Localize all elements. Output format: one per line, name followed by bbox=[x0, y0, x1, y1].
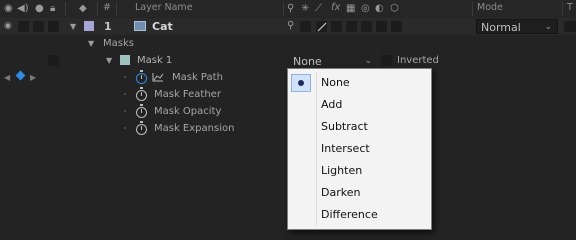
solo-toggle[interactable] bbox=[33, 21, 44, 32]
frame-blend-switch[interactable] bbox=[346, 21, 357, 32]
layer-mode-value: Normal bbox=[481, 21, 521, 34]
quality-switch[interactable] bbox=[316, 21, 327, 32]
mask-name[interactable]: Mask 1 bbox=[137, 53, 172, 68]
mask-color-swatch[interactable] bbox=[120, 55, 130, 65]
menu-item-darken[interactable]: Darken bbox=[288, 182, 431, 204]
lock-icon[interactable]: 🔒︎ bbox=[50, 3, 55, 15]
adjustment-layer-icon[interactable]: ◐ bbox=[375, 3, 384, 15]
frame-blending-icon[interactable]: ▦ bbox=[346, 3, 355, 15]
layer-mode-dropdown[interactable]: Normal ⌄ bbox=[476, 19, 558, 34]
label-tag-icon[interactable]: ◆ bbox=[79, 3, 87, 15]
mask-lock-toggle[interactable] bbox=[48, 55, 59, 66]
menu-item-label: Intersect bbox=[321, 142, 370, 155]
keyframe-add-icon[interactable] bbox=[15, 70, 26, 81]
menu-item-label: None bbox=[321, 76, 350, 89]
solo-icon[interactable]: ● bbox=[35, 3, 44, 15]
collapse-transform-icon[interactable]: ✳ bbox=[301, 3, 309, 15]
layer-name-header[interactable]: Layer Name bbox=[135, 2, 193, 13]
layer-number: 1 bbox=[104, 20, 112, 33]
effects-switch[interactable] bbox=[331, 21, 342, 32]
mask-expand-triangle-icon[interactable]: ▼ bbox=[106, 53, 112, 68]
footage-thumbnail-icon bbox=[134, 21, 146, 31]
mask-opacity-stopwatch-icon[interactable] bbox=[136, 104, 147, 118]
3d-layer-icon[interactable]: ⬡ bbox=[390, 3, 399, 15]
menu-item-intersect[interactable]: Intersect bbox=[288, 138, 431, 160]
chevron-down-icon: ⌄ bbox=[364, 56, 372, 66]
layer-label-color[interactable] bbox=[84, 21, 94, 31]
layer-name[interactable]: Cat bbox=[152, 19, 173, 34]
video-eye-icon[interactable]: ◉ bbox=[4, 3, 13, 15]
mask-opacity-label: Mask Opacity bbox=[154, 106, 222, 117]
keyframe-next-icon[interactable]: ▶ bbox=[30, 70, 36, 85]
layer-collapse-switch[interactable] bbox=[300, 21, 311, 32]
motion-blur-icon[interactable]: ◎ bbox=[361, 3, 370, 15]
audio-toggle[interactable] bbox=[18, 21, 29, 32]
motion-blur-switch[interactable] bbox=[361, 21, 372, 32]
3d-switch[interactable] bbox=[391, 21, 402, 32]
menu-item-label: Darken bbox=[321, 186, 361, 199]
mask-expansion-stopwatch-icon[interactable] bbox=[136, 121, 147, 135]
menu-item-lighten[interactable]: Lighten bbox=[288, 160, 431, 182]
menu-item-subtract[interactable]: Subtract bbox=[288, 116, 431, 138]
masks-expand-triangle-icon[interactable]: ▼ bbox=[88, 36, 94, 51]
shy-icon[interactable]: ⚲ bbox=[287, 3, 294, 15]
audio-speaker-icon[interactable]: ◀) bbox=[17, 3, 29, 15]
menu-item-label: Subtract bbox=[321, 120, 368, 133]
layer-expand-triangle-icon[interactable]: ▼ bbox=[70, 19, 76, 34]
menu-item-add[interactable]: Add bbox=[288, 94, 431, 116]
menu-item-label: Difference bbox=[321, 208, 378, 221]
trkmat-header[interactable]: T bbox=[567, 2, 573, 13]
mask-row[interactable]: ▼ Mask 1 None ⌄ Inverted bbox=[0, 52, 576, 69]
lock-toggle[interactable] bbox=[48, 21, 59, 32]
effects-header[interactable]: fx bbox=[331, 2, 340, 13]
mask-feather-stopwatch-icon[interactable] bbox=[136, 87, 147, 101]
mask-path-label: Mask Path bbox=[172, 72, 223, 83]
keyframe-prev-icon[interactable]: ◀ bbox=[4, 70, 10, 85]
mask-mode-value: None bbox=[293, 55, 322, 68]
mode-header[interactable]: Mode bbox=[477, 2, 503, 13]
selected-radio-icon bbox=[291, 74, 311, 92]
layer-visibility-eye-icon[interactable]: ◉ bbox=[4, 20, 12, 32]
layer-row[interactable]: ◉ ▼ 1 Cat ⚲ Normal ⌄ bbox=[0, 18, 576, 35]
masks-group-row[interactable]: ▼ Masks bbox=[0, 35, 576, 52]
mask-expansion-label: Mask Expansion bbox=[154, 123, 235, 134]
graph-editor-icon[interactable] bbox=[152, 72, 164, 82]
masks-group-label: Masks bbox=[103, 38, 134, 49]
mask-path-stopwatch-icon[interactable] bbox=[136, 70, 147, 84]
inverted-label: Inverted bbox=[397, 55, 439, 66]
quality-icon[interactable]: ⟋ bbox=[315, 3, 322, 15]
mask-mode-dropdown[interactable]: None ⌄ bbox=[288, 53, 378, 68]
trkmat-dropdown[interactable] bbox=[564, 21, 576, 32]
timeline-header: ◉ ◀) ● 🔒︎ ◆ # Layer Name ⚲ ✳ ⟋ fx ▦ ◎ ◐ … bbox=[0, 0, 576, 19]
menu-item-none[interactable]: None bbox=[288, 72, 431, 94]
inverted-checkbox[interactable] bbox=[381, 55, 392, 66]
chevron-down-icon: ⌄ bbox=[544, 22, 552, 32]
adjustment-switch[interactable] bbox=[376, 21, 387, 32]
menu-item-difference[interactable]: Difference bbox=[288, 204, 431, 226]
menu-item-label: Lighten bbox=[321, 164, 363, 177]
layer-shy-switch-icon[interactable]: ⚲ bbox=[287, 20, 294, 32]
menu-item-label: Add bbox=[321, 98, 343, 111]
mask-mode-menu: None Add Subtract Intersect Lighten Dark… bbox=[287, 68, 432, 230]
mask-feather-label: Mask Feather bbox=[154, 89, 221, 100]
layer-number-header: # bbox=[103, 2, 111, 13]
